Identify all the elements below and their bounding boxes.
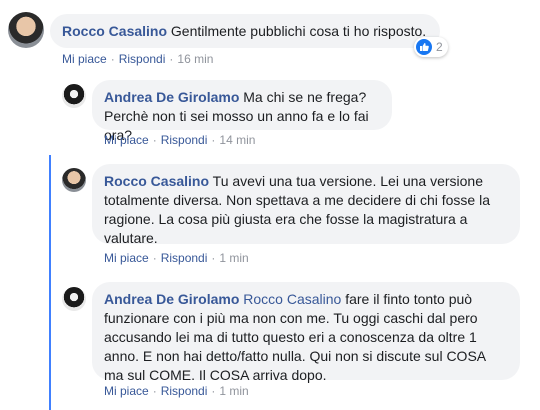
reply-link[interactable]: Rispondi — [161, 384, 208, 398]
like-reaction-icon — [416, 39, 432, 55]
comment-bubble: Rocco Casalino Tu avevi una tua versione… — [92, 164, 520, 246]
comment-author[interactable]: Rocco Casalino — [62, 23, 167, 39]
timestamp[interactable]: 1 min — [219, 251, 248, 265]
reply-link[interactable]: Rispondi — [119, 52, 166, 66]
like-link[interactable]: Mi piace — [104, 133, 149, 147]
avatar[interactable] — [62, 168, 86, 192]
comment-actions: Mi piace · Rispondi · 1 min — [104, 251, 249, 265]
timestamp[interactable]: 1 min — [219, 384, 248, 398]
like-link[interactable]: Mi piace — [104, 251, 149, 265]
avatar[interactable] — [62, 84, 86, 108]
comment-author[interactable]: Rocco Casalino — [104, 173, 209, 189]
comment-author[interactable]: Andrea De Girolamo — [104, 291, 239, 307]
comment-bubble: Andrea De Girolamo Rocco Casalino fare i… — [92, 282, 520, 383]
comment-text: Gentilmente pubblichi cosa ti ho rispost… — [170, 23, 427, 39]
reply-link[interactable]: Rispondi — [161, 133, 208, 147]
timestamp[interactable]: 14 min — [219, 133, 255, 147]
comment-actions: Mi piace · Rispondi · 1 min — [104, 384, 249, 398]
like-link[interactable]: Mi piace — [62, 52, 107, 66]
reaction-count[interactable]: 2 — [414, 37, 448, 57]
mention-link[interactable]: Rocco Casalino — [243, 291, 341, 307]
reply-link[interactable]: Rispondi — [161, 251, 208, 265]
avatar[interactable] — [62, 287, 86, 311]
comment-author[interactable]: Andrea De Girolamo — [104, 89, 239, 105]
comment-bubble: Rocco Casalino Gentilmente pubblichi cos… — [50, 14, 440, 48]
comment-actions: Mi piace · Rispondi · 14 min — [104, 133, 256, 147]
reply-thread-line — [49, 155, 51, 410]
comment-bubble: Andrea De Girolamo Ma chi se ne frega? P… — [92, 80, 392, 143]
reaction-count-label: 2 — [436, 40, 443, 54]
comment-actions: Mi piace · Rispondi · 16 min — [62, 52, 214, 66]
timestamp[interactable]: 16 min — [177, 52, 213, 66]
avatar[interactable] — [8, 12, 44, 48]
like-link[interactable]: Mi piace — [104, 384, 149, 398]
